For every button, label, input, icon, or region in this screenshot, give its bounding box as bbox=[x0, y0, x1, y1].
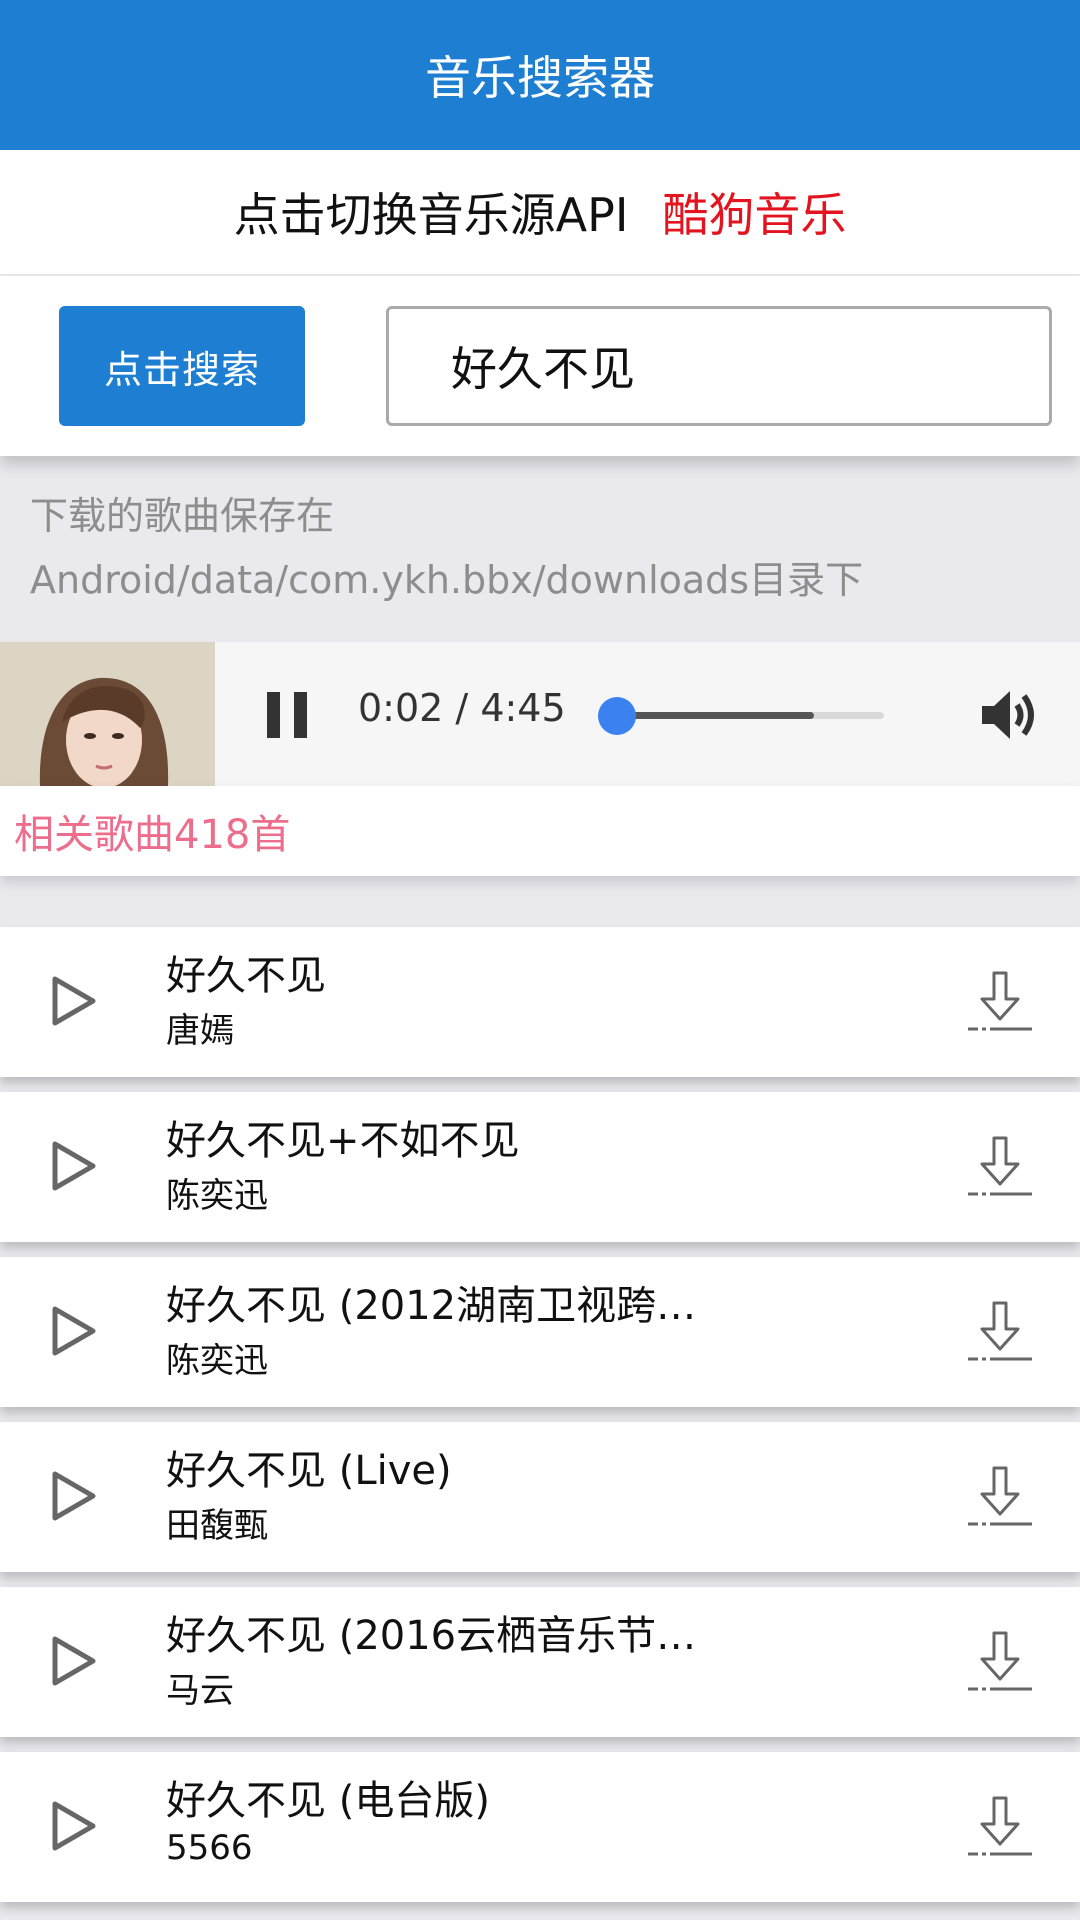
song-title: 好久不见 (Live) bbox=[166, 1448, 452, 1494]
time-display: 0:02 / 4:45 bbox=[358, 686, 566, 730]
song-artist: 陈奕迅 bbox=[166, 1341, 268, 1381]
play-icon[interactable] bbox=[51, 1800, 97, 1852]
download-icon[interactable] bbox=[966, 969, 1034, 1035]
song-row[interactable]: 好久不见 (Live) 田馥甄 bbox=[0, 1422, 1080, 1572]
result-count-bar: 相关歌曲418首 bbox=[0, 786, 1080, 876]
search-panel: 点击搜索 bbox=[0, 276, 1080, 456]
source-switch-label[interactable]: 点击切换音乐源API bbox=[234, 179, 629, 245]
download-icon[interactable] bbox=[966, 1464, 1034, 1530]
song-artist: 5566 bbox=[166, 1828, 253, 1868]
source-switch-row[interactable]: 点击切换音乐源API 酷狗音乐 bbox=[0, 150, 1080, 274]
song-row[interactable]: 好久不见 (2016云栖音乐节… 马云 bbox=[0, 1587, 1080, 1737]
song-title: 好久不见 (电台版) bbox=[166, 1778, 490, 1824]
search-button[interactable]: 点击搜索 bbox=[59, 306, 305, 426]
app-bar: 音乐搜索器 bbox=[0, 0, 1080, 150]
play-icon[interactable] bbox=[51, 1140, 97, 1192]
duration: 4:45 bbox=[480, 686, 566, 730]
song-artist: 唐嫣 bbox=[166, 1011, 234, 1051]
download-location-note: 下载的歌曲保存在 Android/data/com.ykh.bbx/downlo… bbox=[30, 484, 1050, 612]
search-input[interactable] bbox=[386, 306, 1052, 426]
download-icon[interactable] bbox=[966, 1299, 1034, 1365]
play-icon[interactable] bbox=[51, 975, 97, 1027]
download-icon[interactable] bbox=[966, 1629, 1034, 1695]
song-row[interactable]: 好久不见 (2012湖南卫视跨… 陈奕迅 bbox=[0, 1257, 1080, 1407]
download-note-line1: 下载的歌曲保存在 bbox=[30, 494, 335, 538]
pause-icon[interactable] bbox=[267, 692, 307, 738]
song-title: 好久不见+不如不见 bbox=[166, 1118, 520, 1164]
volume-icon[interactable] bbox=[980, 688, 1038, 742]
download-note-path: Android/data/com.ykh.bbx/downloads目录下 bbox=[30, 558, 864, 602]
song-artist: 马云 bbox=[166, 1671, 234, 1711]
play-icon[interactable] bbox=[51, 1635, 97, 1687]
song-row[interactable]: 好久不见+不如不见 陈奕迅 bbox=[0, 1092, 1080, 1242]
result-count: 相关歌曲418首 bbox=[14, 812, 291, 858]
progress-knob[interactable] bbox=[598, 697, 636, 735]
song-artist: 陈奕迅 bbox=[166, 1176, 268, 1216]
download-icon[interactable] bbox=[966, 1134, 1034, 1200]
download-icon[interactable] bbox=[966, 1794, 1034, 1860]
song-title: 好久不见 (2012湖南卫视跨… bbox=[166, 1283, 697, 1329]
current-source-name[interactable]: 酷狗音乐 bbox=[662, 179, 846, 245]
song-title: 好久不见 bbox=[166, 953, 326, 999]
current-time: 0:02 bbox=[358, 686, 444, 730]
audio-player: 0:02 / 4:45 bbox=[0, 642, 1080, 786]
progress-track[interactable] bbox=[616, 712, 884, 719]
progress-buffered bbox=[616, 712, 815, 719]
song-row[interactable]: 好久不见 唐嫣 bbox=[0, 927, 1080, 1077]
song-title: 好久不见 (2016云栖音乐节… bbox=[166, 1613, 697, 1659]
app-title: 音乐搜索器 bbox=[425, 51, 655, 105]
album-cover bbox=[0, 642, 215, 786]
song-row[interactable]: 好久不见 (电台版) 5566 bbox=[0, 1752, 1080, 1902]
play-icon[interactable] bbox=[51, 1305, 97, 1357]
song-artist: 田馥甄 bbox=[166, 1506, 268, 1546]
time-separator: / bbox=[443, 686, 481, 730]
play-icon[interactable] bbox=[51, 1470, 97, 1522]
